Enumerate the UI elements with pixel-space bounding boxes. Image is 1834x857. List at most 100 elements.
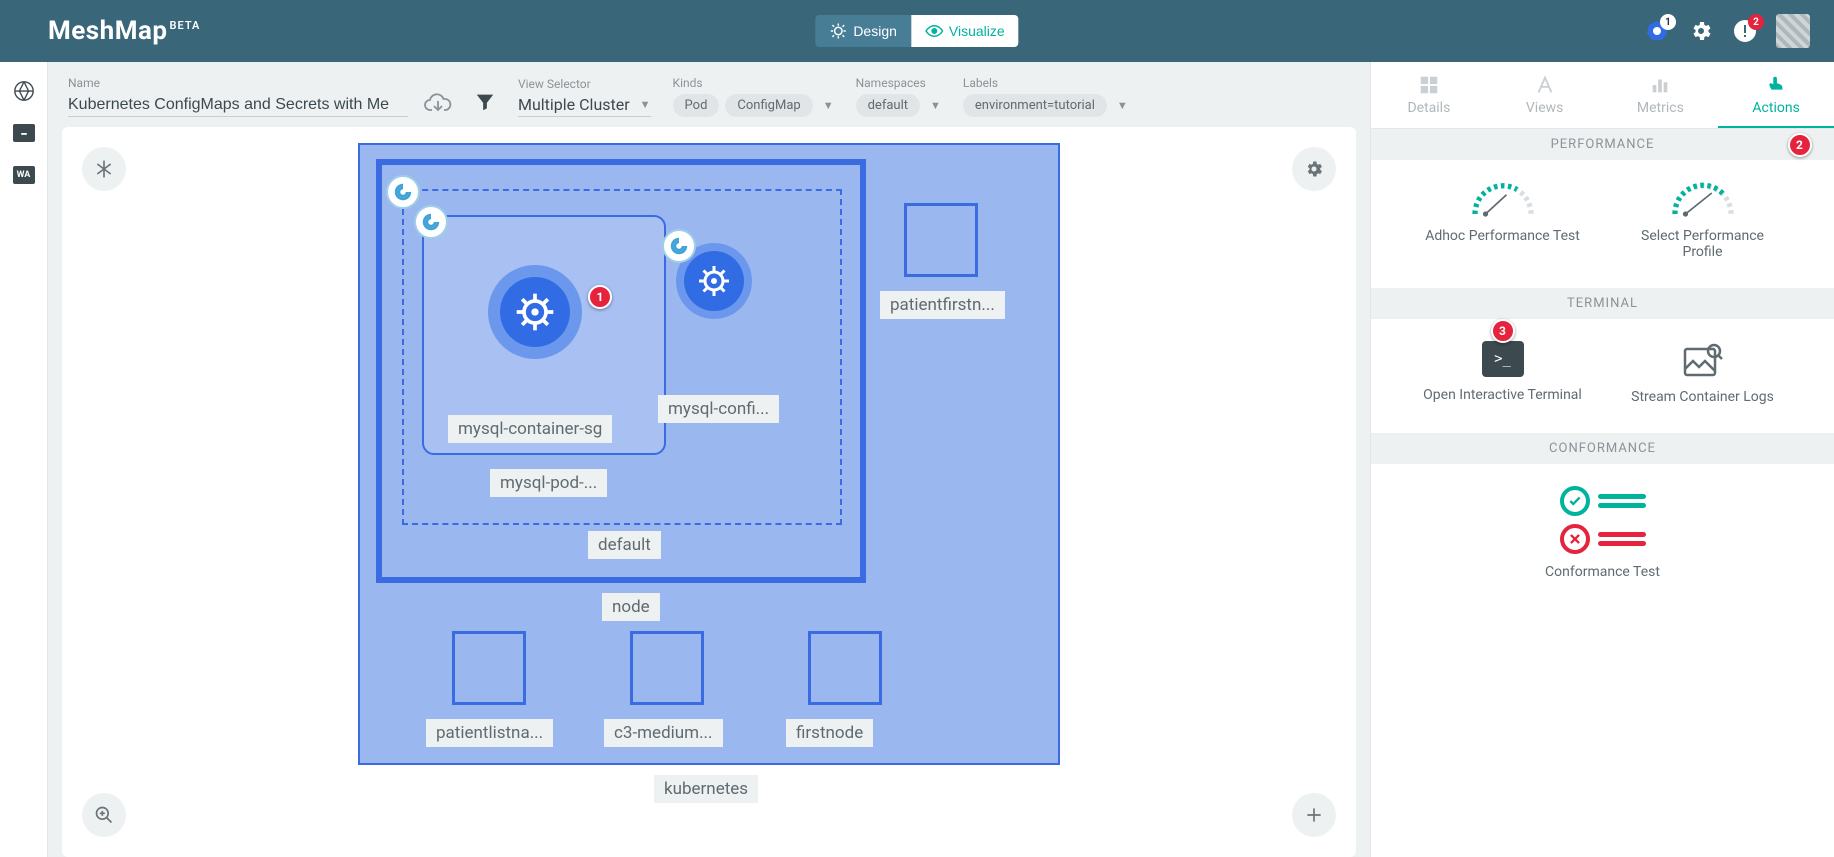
secret-label: patientfirstn... [880,291,1005,319]
archive-icon[interactable] [13,122,35,144]
container-label: mysql-container-sg [448,415,612,443]
tab-metrics-label: Metrics [1637,100,1684,116]
meshery-badge-pod [414,205,448,239]
chevron-down-icon: ▼ [1117,99,1128,112]
wasm-icon[interactable]: WA [13,164,35,186]
view-value: Multiple Cluster [518,95,630,114]
kinds-selector[interactable]: Pod ConfigMap ▼ [673,94,834,117]
label-chip[interactable]: environment=tutorial [963,94,1107,117]
zoom-button[interactable] [82,793,126,837]
design-label: Design [853,23,897,39]
gear-icon [1304,159,1324,179]
ns-chip[interactable]: default [856,94,920,117]
secret-node[interactable] [904,203,978,277]
select-perf-profile[interactable]: Select Performance Profile [1623,182,1783,260]
check-icon [1568,494,1582,508]
bottom-node-1[interactable] [630,631,704,705]
brand: MeshMapBETA [48,16,200,46]
top-bar: MeshMapBETA Design Visualize 1 2 [0,0,1834,62]
stream-logs[interactable]: Stream Container Logs [1623,341,1783,405]
terminal-title: TERMINAL [1567,296,1638,311]
cloud-save-icon[interactable] [424,93,452,113]
chevron-down-icon: ▼ [823,99,834,112]
plus-icon [1304,805,1324,825]
tab-details-label: Details [1407,100,1450,116]
conformance-header: CONFORMANCE [1371,433,1834,464]
namespaces-selector[interactable]: default ▼ [856,94,941,117]
namespaces-field: Namespaces default ▼ [856,76,941,117]
bottom-node-0-label: patientlistna... [426,719,553,747]
chevron-down-icon: ▼ [640,98,651,111]
meshery-badge-cm [662,229,696,263]
conformance-test[interactable]: Conformance Test [1381,486,1824,580]
callout-2: 2 [1788,133,1812,157]
name-label: Name [68,76,408,90]
tab-metrics[interactable]: Metrics [1603,62,1719,128]
adhoc-perf-test[interactable]: Adhoc Performance Test [1423,182,1583,260]
adhoc-label: Adhoc Performance Test [1425,228,1580,244]
add-button[interactable] [1292,793,1336,837]
tab-details[interactable]: Details [1371,62,1487,128]
brand-tag: BETA [170,19,201,32]
tab-views[interactable]: Views [1487,62,1603,128]
gauge-icon [1468,182,1538,218]
view-label: View Selector [518,77,651,91]
container-icon[interactable] [500,277,570,347]
tab-actions[interactable]: Actions [1718,62,1834,128]
configmap-label: mysql-confi... [658,395,779,423]
compass-icon [1534,74,1556,96]
kind-chip-pod[interactable]: Pod [673,94,720,117]
bottom-node-0[interactable] [452,631,526,705]
canvas-settings-button[interactable] [1292,147,1336,191]
kinds-field: Kinds Pod ConfigMap ▼ [673,76,834,117]
settings-icon[interactable] [1688,18,1714,44]
topbar-right: 1 2 [1644,14,1810,48]
main: Name View Selector Multiple Cluster ▼ Ki… [48,62,1834,857]
view-selector-field: View Selector Multiple Cluster ▼ [518,77,651,117]
k8s-status-icon[interactable]: 1 [1644,18,1670,44]
name-input[interactable] [68,94,408,117]
helm-wheel-icon [513,290,557,334]
conformance-title: CONFORMANCE [1549,441,1656,456]
swirl-icon [420,211,442,233]
canvas-column: Name View Selector Multiple Cluster ▼ Ki… [48,62,1370,857]
terminal-body: 3 >_ Open Interactive Terminal Stream Co… [1371,319,1834,433]
x-icon [1568,532,1582,546]
name-field: Name [68,76,408,117]
alert-icon[interactable]: 2 [1732,18,1758,44]
labels-selector[interactable]: environment=tutorial ▼ [963,94,1128,117]
aperture-icon[interactable] [13,80,35,102]
terminal-icon: >_ [1482,341,1524,377]
namespaces-label: Namespaces [856,76,941,90]
conformance-body: Conformance Test [1371,464,1834,608]
chevron-down-icon: ▼ [930,99,941,112]
bottom-node-2[interactable] [808,631,882,705]
gauge-icon [1668,182,1738,218]
visualize-label: Visualize [949,23,1005,39]
cluster-label: kubernetes [654,775,758,803]
bottom-node-2-label: firstnode [786,719,873,747]
meshery-badge-ns [386,175,420,209]
pod-label: mysql-pod-... [490,469,607,497]
magnifier-plus-icon [94,805,114,825]
avatar[interactable] [1776,14,1810,48]
helm-wheel-icon [696,263,732,299]
tab-views-label: Views [1526,100,1564,116]
stream-logs-label: Stream Container Logs [1631,389,1774,405]
configmap-icon[interactable] [684,251,744,311]
visualize-mode-button[interactable]: Visualize [911,15,1019,47]
design-mode-button[interactable]: Design [815,15,911,47]
terminal-header: TERMINAL [1371,288,1834,319]
gear-ring-icon [829,22,847,40]
node-label: node [602,593,660,621]
view-selector[interactable]: Multiple Cluster ▼ [518,95,651,117]
kind-chip-configmap[interactable]: ConfigMap [725,94,812,117]
filter-icon[interactable] [474,91,496,113]
hand-tap-icon [1765,74,1787,96]
filter-row: Name View Selector Multiple Cluster ▼ Ki… [62,76,1356,117]
grid-icon [1418,74,1440,96]
check-cross-icon [1560,486,1646,554]
open-terminal[interactable]: 3 >_ Open Interactive Terminal [1423,341,1583,405]
canvas[interactable]: kubernetes node default mysql-pod-... [62,127,1356,857]
layout-settings-button[interactable] [82,147,126,191]
